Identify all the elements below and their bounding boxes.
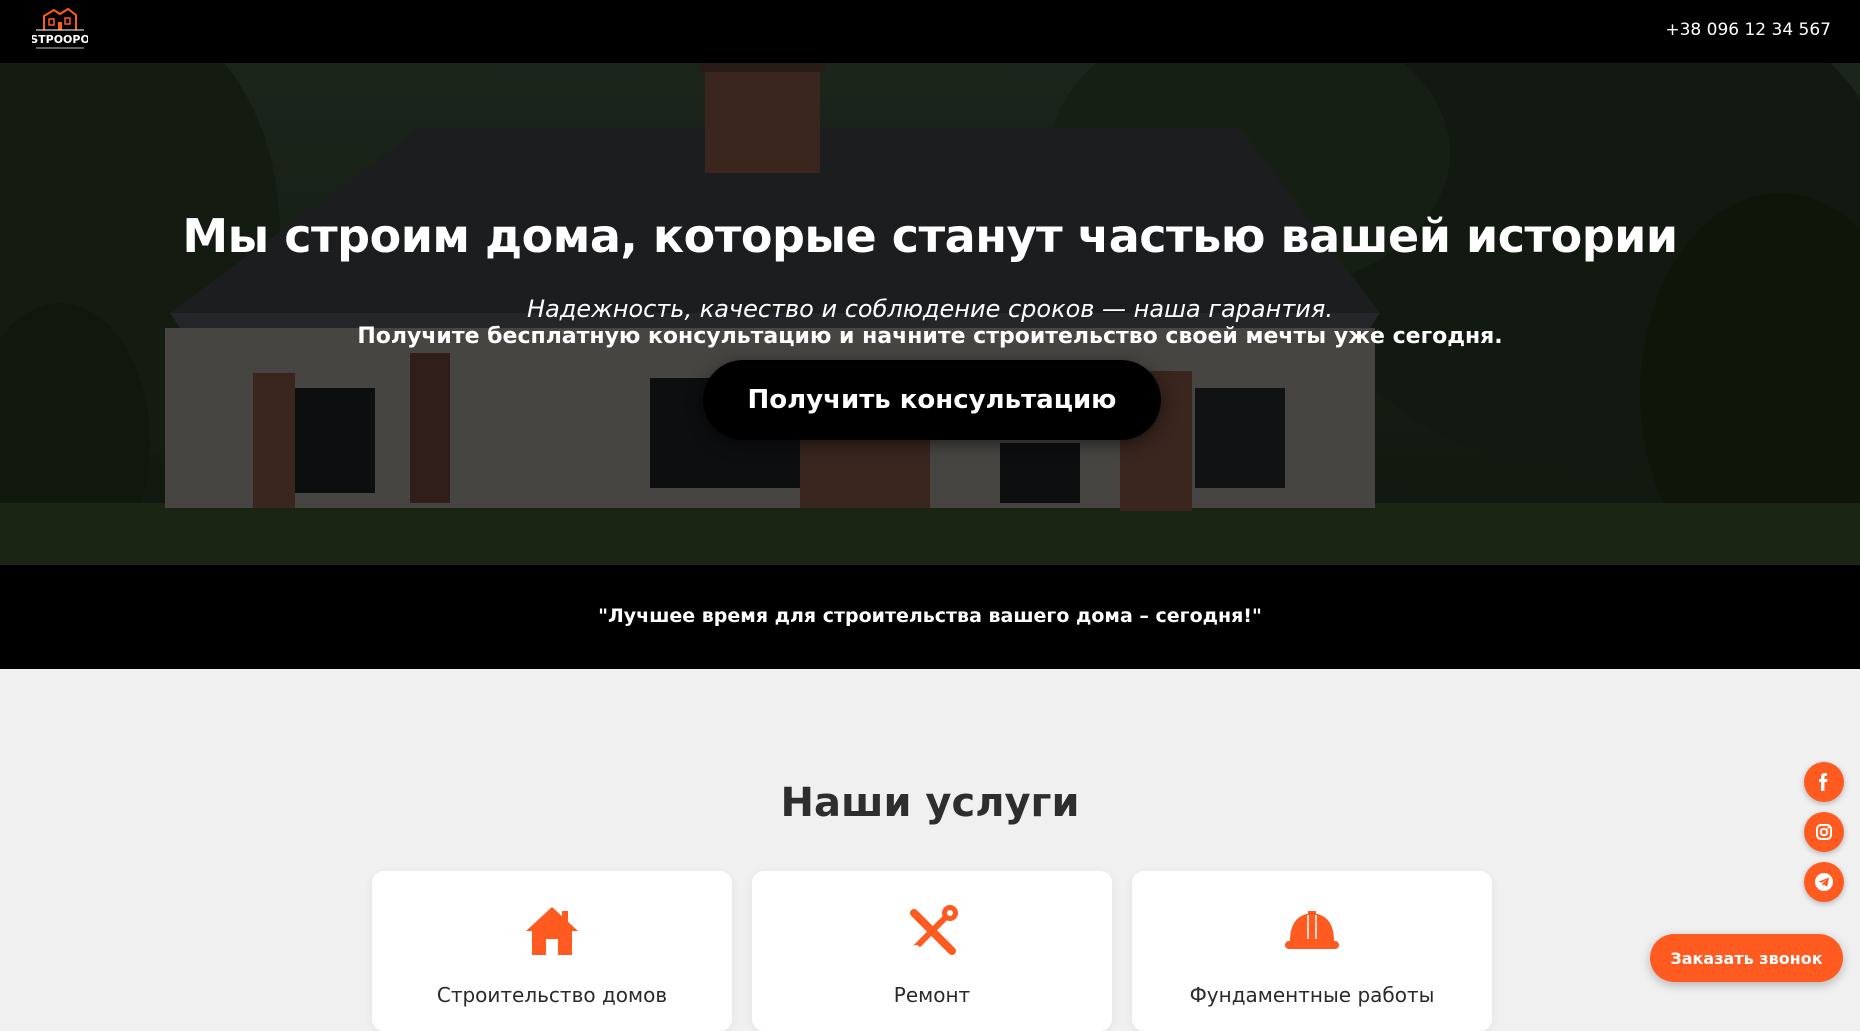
tools-icon — [910, 905, 958, 955]
service-card-repair[interactable]: Ремонт — [752, 871, 1112, 1031]
logo-house-icon: STPOOPO — [30, 7, 90, 49]
quote-text: "Лучшее время для строительства вашего д… — [598, 605, 1262, 627]
order-call-button[interactable]: Заказать звонок — [1650, 934, 1843, 982]
instagram-button[interactable] — [1804, 812, 1844, 852]
service-card-label: Ремонт — [893, 983, 971, 1007]
logo-text: STPOOPO — [32, 33, 88, 46]
service-card-label: Строительство домов — [436, 983, 668, 1007]
house-icon — [526, 907, 578, 955]
facebook-button[interactable] — [1804, 762, 1844, 802]
hero-section: Мы строим дома, которые станут частью ва… — [0, 63, 1860, 565]
service-card-label: Фундаментные работы — [1189, 983, 1435, 1007]
hero-subtitle: Надежность, качество и соблюдение сроков… — [527, 295, 1333, 323]
service-card-foundation[interactable]: Фундаментные работы — [1132, 871, 1492, 1031]
hero-subtitle-cta: Получите бесплатную консультацию и начни… — [357, 324, 1503, 349]
hard-hat-icon — [1285, 911, 1339, 949]
telegram-button[interactable] — [1804, 862, 1844, 902]
phone-number[interactable]: +38 096 12 34 567 — [1665, 20, 1831, 40]
get-consultation-button[interactable]: Получить консультацию — [703, 360, 1161, 440]
logo[interactable]: STPOOPO — [30, 6, 90, 52]
hero-title: Мы строим дома, которые станут частью ва… — [182, 209, 1678, 263]
instagram-icon — [1816, 824, 1832, 840]
telegram-icon — [1815, 873, 1833, 891]
site-header: STPOOPO +38 096 12 34 567 — [0, 0, 1860, 63]
facebook-icon — [1819, 773, 1828, 791]
services-title: Наши услуги — [780, 780, 1080, 826]
quote-bar: "Лучшее время для строительства вашего д… — [0, 565, 1860, 669]
service-card-construction[interactable]: Строительство домов — [372, 871, 732, 1031]
